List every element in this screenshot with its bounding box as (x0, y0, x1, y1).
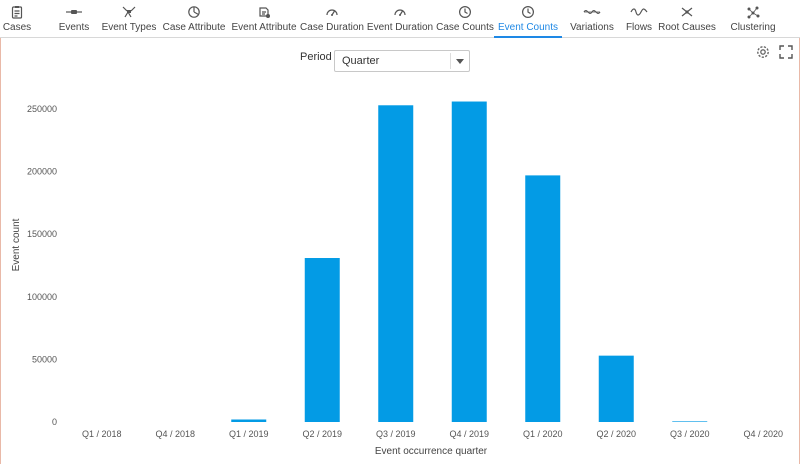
x-tick-label: Q2 / 2019 (302, 429, 342, 439)
y-tick-label: 200000 (27, 167, 57, 177)
x-tick-label: Q1 / 2019 (229, 429, 269, 439)
y-tick-label: 150000 (27, 229, 57, 239)
bar-q4-2019[interactable] (451, 101, 487, 422)
y-tick-label: 100000 (27, 292, 57, 302)
bar-q1-2020[interactable] (525, 175, 561, 422)
x-tick-label: Q4 / 2018 (155, 429, 195, 439)
bar-q1-2019[interactable] (231, 419, 267, 422)
x-tick-label: Q4 / 2019 (449, 429, 489, 439)
event-counts-chart: 0 50000 100000 150000 200000 250000 Q1 / 2018… (11, 101, 783, 457)
y-tick-label: 0 (52, 417, 57, 427)
y-tick-label: 50000 (32, 354, 57, 364)
x-tick-label: Q1 / 2018 (82, 429, 122, 439)
x-tick-label: Q1 / 2020 (523, 429, 563, 439)
x-tick-label: Q2 / 2020 (596, 429, 636, 439)
x-axis-label: Event occurrence quarter (375, 446, 488, 457)
y-tick-label: 250000 (27, 104, 57, 114)
bar-q2-2020[interactable] (598, 355, 634, 422)
x-tick-label: Q3 / 2019 (376, 429, 416, 439)
y-axis-label: Event count (11, 218, 22, 271)
bar-q3-2020[interactable] (672, 421, 708, 422)
bar-q2-2019[interactable] (304, 258, 340, 422)
x-tick-label: Q3 / 2020 (670, 429, 710, 439)
x-tick-label: Q4 / 2020 (743, 429, 783, 439)
bar-q3-2019[interactable] (378, 105, 414, 422)
